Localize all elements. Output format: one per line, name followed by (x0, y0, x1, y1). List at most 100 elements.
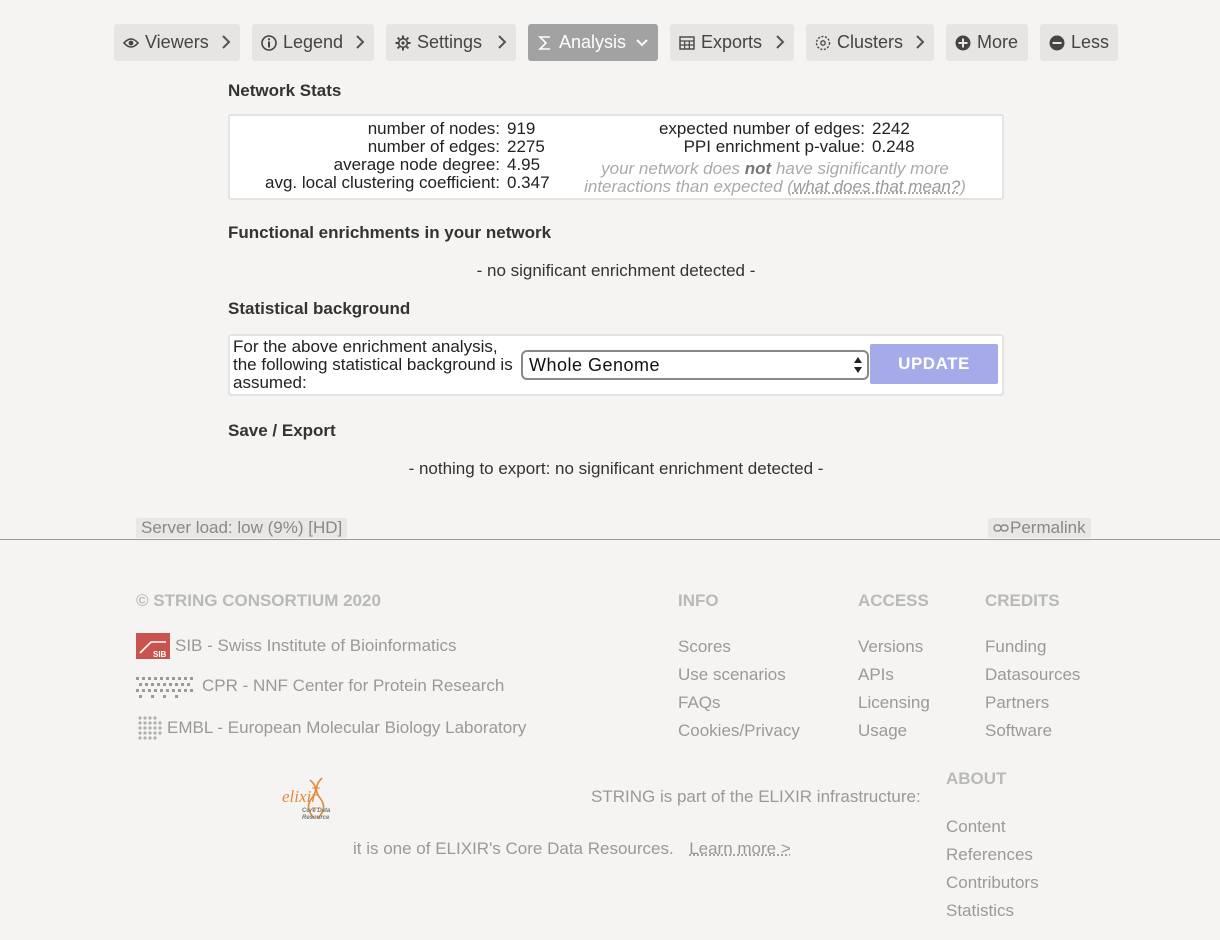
network-stats-box: number of nodes: 919 expected number of … (228, 114, 1004, 200)
background-heading: Statistical background (228, 299, 411, 318)
info-heading: INFO (678, 591, 719, 610)
footer-link-usage[interactable]: Usage (858, 721, 907, 741)
minus-circle-icon (1048, 34, 1066, 52)
enrichment-note: your network does not have significantly… (570, 160, 980, 196)
elixir-line-2: it is one of ELIXIR's Core Data Resource… (353, 839, 791, 859)
select-arrows-icon (854, 357, 862, 373)
chevron-right-icon (916, 35, 925, 49)
footer-link-apis[interactable]: APIs (858, 665, 894, 685)
embl-logo (138, 716, 162, 740)
stat-row-edges: number of edges: 2275 PPI enrichment p-v… (230, 138, 1006, 156)
footer-link-versions[interactable]: Versions (858, 637, 923, 657)
clustering-label: avg. local clustering coefficient: (265, 173, 500, 192)
more-button[interactable]: More (946, 24, 1028, 61)
tab-label: Legend (283, 32, 344, 52)
institution-label: CPR - NNF Center for Protein Research (202, 676, 505, 695)
tab-bar: Viewers Legend Settings Analysis Exports (0, 24, 1220, 62)
gear-icon (394, 34, 412, 52)
nodes-label: number of nodes: (367, 119, 500, 138)
note-text: your network does (601, 159, 745, 178)
expected-edges-value: 2242 (872, 119, 910, 138)
background-description: For the above enrichment analysis, the f… (233, 337, 513, 392)
edges-label: number of edges: (367, 137, 500, 156)
institution-label: SIB - Swiss Institute of Bioinformatics (175, 636, 457, 655)
sib-logo: SIB (136, 633, 170, 659)
permalink-label: Permalink (1010, 518, 1086, 537)
learn-more-link[interactable]: Learn more > (689, 839, 791, 858)
elixir-logo-subtitle: Core Data Resource (302, 808, 331, 821)
tab-clusters[interactable]: Clusters (806, 24, 934, 61)
background-select[interactable]: Whole Genome (521, 350, 869, 380)
enrichment-message: - no significant enrichment detected - (476, 261, 756, 280)
permalink-button[interactable]: Permalink (988, 518, 1091, 538)
copyright: © STRING CONSORTIUM 2020 (136, 591, 381, 610)
server-load-status: Server load: low (9%) [HD] (136, 518, 348, 538)
elixir-logo[interactable]: elixir Core Data Resource (282, 774, 354, 824)
edges-value: 2275 (507, 137, 545, 156)
plus-circle-icon (954, 34, 972, 52)
institution-sib[interactable]: SIB SIB - Swiss Institute of Bioinformat… (136, 633, 457, 659)
chevron-right-icon (498, 35, 507, 49)
cpr-logo (136, 677, 193, 698)
chevron-right-icon (356, 35, 365, 49)
footer-link-licensing[interactable]: Licensing (858, 693, 930, 713)
footer-link-contributors[interactable]: Contributors (946, 873, 1039, 893)
footer-link-software[interactable]: Software (985, 721, 1052, 741)
note-text: ) (960, 177, 966, 196)
note-emphasis: not (744, 159, 772, 178)
link-icon (993, 524, 1009, 532)
institution-cpr[interactable]: CPR - NNF Center for Protein Research (136, 674, 504, 698)
footer-link-partners[interactable]: Partners (985, 693, 1049, 713)
institution-embl[interactable]: EMBL - European Molecular Biology Labora… (136, 714, 526, 742)
pvalue-value: 0.248 (872, 137, 915, 156)
tab-analysis[interactable]: Analysis (528, 24, 658, 61)
update-button[interactable]: UPDATE (870, 344, 998, 384)
access-heading: ACCESS (858, 591, 929, 610)
eye-icon (122, 34, 140, 52)
tab-viewers[interactable]: Viewers (114, 24, 240, 61)
footer-link-use-scenarios[interactable]: Use scenarios (678, 665, 786, 685)
credits-heading: CREDITS (985, 591, 1060, 610)
footer-link-references[interactable]: References (946, 845, 1033, 865)
background-select-value: Whole Genome (529, 354, 661, 375)
footer-link-faqs[interactable]: FAQs (678, 693, 721, 713)
elixir-line-2-text: it is one of ELIXIR's Core Data Resource… (353, 839, 674, 858)
network-stats-heading: Network Stats (228, 81, 342, 100)
clusters-icon (814, 34, 832, 52)
elixir-line-1: STRING is part of the ELIXIR infrastruct… (591, 787, 921, 806)
about-heading: ABOUT (946, 769, 1007, 788)
tab-label: Viewers (145, 32, 209, 52)
what-does-that-mean-link[interactable]: what does that mean? (793, 177, 960, 196)
chevron-right-icon (776, 35, 785, 49)
elixir-logo-text: elixir (282, 787, 318, 806)
enrichment-heading: Functional enrichments in your network (228, 223, 552, 242)
tab-label: Analysis (559, 32, 627, 52)
table-icon (678, 34, 696, 52)
background-box: For the above enrichment analysis, the f… (228, 334, 1004, 396)
less-button[interactable]: Less (1040, 24, 1118, 61)
tab-label: Clusters (837, 32, 904, 52)
tab-exports[interactable]: Exports (670, 24, 794, 61)
footer-link-content[interactable]: Content (946, 817, 1006, 837)
footer-link-cookies-privacy[interactable]: Cookies/Privacy (678, 721, 800, 741)
tab-label: Less (1071, 32, 1110, 52)
save-export-heading: Save / Export (228, 421, 336, 440)
info-icon (260, 34, 278, 52)
sigma-icon (536, 34, 554, 52)
tab-label: More (977, 32, 1019, 52)
tab-label: Exports (701, 32, 763, 52)
degree-label: average node degree: (333, 155, 500, 174)
footer-link-statistics[interactable]: Statistics (946, 901, 1014, 921)
footer-link-scores[interactable]: Scores (678, 637, 731, 657)
pvalue-label: PPI enrichment p-value: (683, 137, 865, 156)
stat-row-nodes: number of nodes: 919 expected number of … (230, 120, 1006, 138)
tab-legend[interactable]: Legend (252, 24, 374, 61)
footer-link-datasources[interactable]: Datasources (985, 665, 1080, 685)
chevron-right-icon (222, 35, 231, 49)
tab-settings[interactable]: Settings (386, 24, 516, 61)
tab-label: Settings (417, 32, 483, 52)
degree-value: 4.95 (507, 155, 541, 174)
expected-edges-label: expected number of edges: (658, 119, 865, 138)
save-export-message: - nothing to export: no significant enri… (408, 459, 824, 478)
footer-link-funding[interactable]: Funding (985, 637, 1046, 657)
